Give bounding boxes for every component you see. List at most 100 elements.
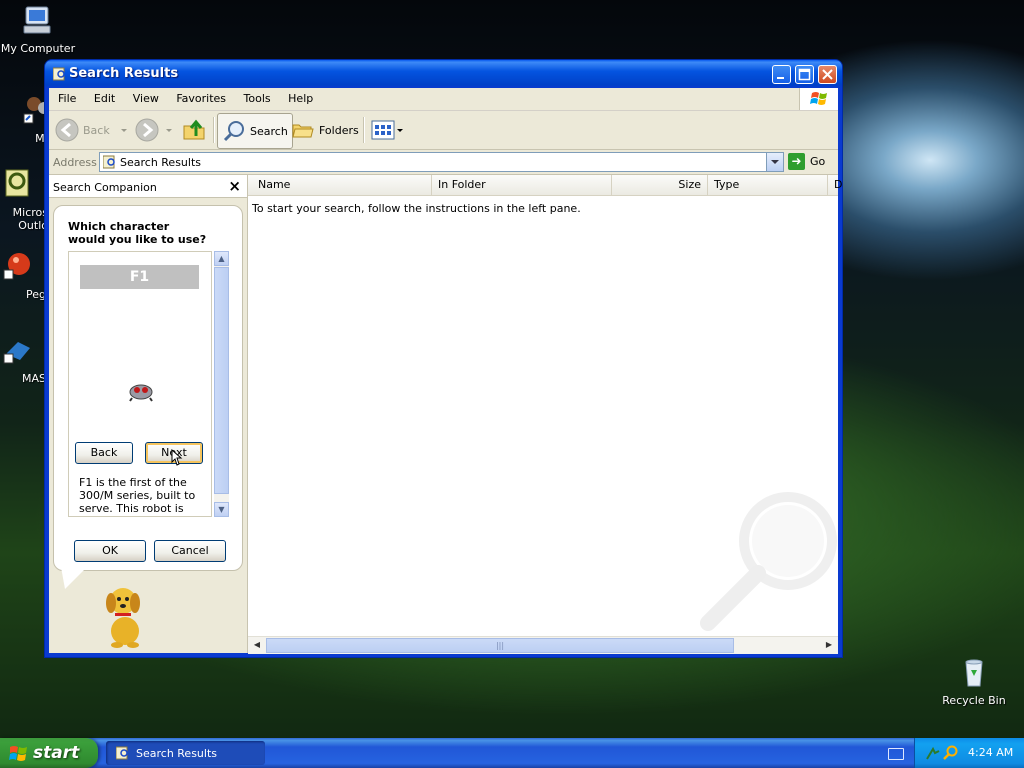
maximize-button[interactable] bbox=[795, 65, 814, 84]
search-tray-icon[interactable] bbox=[943, 745, 959, 761]
menu-tools[interactable]: Tools bbox=[237, 88, 278, 110]
search-companion-pane: Search Companion × Which character would… bbox=[49, 175, 248, 653]
folders-label: Folders bbox=[319, 123, 359, 137]
taskbar-search-results-button[interactable]: Search Results bbox=[106, 741, 265, 765]
go-arrow-icon: ➜ bbox=[788, 153, 805, 170]
desktop-icon-label: Micros Outlo bbox=[12, 206, 48, 232]
column-name[interactable]: Name bbox=[252, 175, 432, 195]
windows-flag-icon bbox=[810, 92, 827, 105]
go-label: Go bbox=[810, 155, 826, 168]
scroll-thumb[interactable]: ||| bbox=[266, 638, 734, 653]
robot-character-icon bbox=[129, 384, 153, 402]
desktop-icon-label: Recycle Bin bbox=[942, 694, 1006, 707]
keyboard-tray-icon[interactable] bbox=[888, 748, 904, 760]
menu-favorites[interactable]: Favorites bbox=[169, 88, 233, 110]
column-date[interactable]: D bbox=[828, 175, 842, 195]
cancel-button[interactable]: Cancel bbox=[154, 540, 226, 562]
title-bar[interactable]: Search Results bbox=[45, 60, 842, 88]
close-icon bbox=[822, 69, 833, 80]
chevron-down-icon bbox=[120, 129, 127, 132]
menu-help[interactable]: Help bbox=[281, 88, 320, 110]
go-button[interactable]: ➜ Go bbox=[788, 153, 825, 170]
address-input[interactable]: Search Results bbox=[99, 152, 784, 172]
character-description: F1 is the first of the 300/M series, bui… bbox=[79, 476, 196, 516]
address-label: Address bbox=[53, 156, 97, 169]
address-bar: Address Search Results ➜ Go bbox=[49, 150, 838, 175]
toolbar-separator bbox=[213, 117, 215, 143]
search-button[interactable]: Search bbox=[217, 113, 293, 149]
desktop-icon-peg[interactable]: Peg bbox=[0, 250, 46, 301]
network-icon bbox=[3, 342, 30, 364]
windows-logo bbox=[799, 88, 838, 110]
recycle-bin-icon bbox=[965, 659, 983, 687]
menu-file[interactable]: File bbox=[51, 88, 83, 110]
character-name: F1 bbox=[80, 265, 199, 289]
start-button[interactable]: start bbox=[0, 738, 98, 768]
desktop-icon-label: Peg bbox=[26, 288, 46, 301]
column-headers: Name In Folder Size Type D bbox=[248, 175, 842, 196]
search-results-window: Search Results File Edit View Favorites … bbox=[45, 60, 842, 657]
close-button[interactable] bbox=[818, 65, 837, 84]
menu-edit[interactable]: Edit bbox=[87, 88, 122, 110]
results-empty-message: To start your search, follow the instruc… bbox=[252, 202, 581, 215]
forward-button[interactable] bbox=[135, 115, 175, 145]
scroll-right-button[interactable]: ▶ bbox=[821, 638, 837, 653]
scroll-thumb[interactable] bbox=[214, 267, 229, 494]
views-button[interactable] bbox=[371, 115, 405, 145]
balloon-tail bbox=[61, 567, 87, 589]
back-label: Back bbox=[83, 123, 110, 137]
standard-toolbar: Back Search Folders bbox=[49, 111, 838, 150]
system-tray: 4:24 AM bbox=[914, 738, 1024, 768]
address-value: Search Results bbox=[120, 156, 202, 169]
search-window-icon bbox=[53, 67, 65, 81]
folder-up-icon bbox=[183, 119, 205, 140]
scroll-down-button[interactable]: ▼ bbox=[214, 502, 229, 517]
mouse-cursor-icon bbox=[171, 448, 183, 466]
desktop-icon-label: MAS bbox=[22, 372, 46, 385]
pane-title: Search Companion bbox=[53, 181, 157, 194]
search-icon bbox=[223, 121, 244, 142]
toolbar-separator bbox=[363, 117, 365, 143]
maximize-icon bbox=[798, 68, 811, 81]
start-label: start bbox=[33, 743, 80, 763]
character-list-scrollbar[interactable]: ▲ ▼ bbox=[214, 251, 229, 517]
minimize-button[interactable] bbox=[772, 65, 791, 84]
column-in-folder[interactable]: In Folder bbox=[432, 175, 612, 195]
search-results-icon bbox=[103, 155, 115, 169]
window-title: Search Results bbox=[69, 66, 179, 81]
back-arrow-icon bbox=[55, 118, 79, 142]
outlook-icon bbox=[5, 169, 29, 197]
pane-close-icon[interactable]: × bbox=[228, 177, 241, 195]
results-horizontal-scrollbar[interactable]: ◀ ||| ▶ bbox=[248, 636, 838, 654]
search-results-icon bbox=[116, 746, 128, 760]
character-balloon: Which character would you like to use? F… bbox=[53, 205, 243, 571]
character-back-button[interactable]: Back bbox=[75, 442, 133, 464]
column-size[interactable]: Size bbox=[612, 175, 708, 195]
rover-dog-icon[interactable] bbox=[97, 579, 153, 649]
back-button[interactable]: Back bbox=[55, 115, 130, 145]
scroll-left-button[interactable]: ◀ bbox=[249, 638, 265, 653]
chevron-down-icon bbox=[397, 129, 403, 132]
menu-view[interactable]: View bbox=[126, 88, 166, 110]
desktop-icon-recycle-bin[interactable]: Recycle Bin bbox=[936, 656, 1012, 707]
network-tray-icon[interactable] bbox=[925, 745, 941, 761]
views-grid-icon bbox=[371, 120, 395, 140]
scroll-up-button[interactable]: ▲ bbox=[214, 251, 229, 266]
game-icon bbox=[3, 253, 30, 280]
desktop-icon-my-computer[interactable]: My Computer bbox=[0, 4, 76, 55]
character-preview-list: F1 Back Next F1 is the first of the 300/… bbox=[68, 251, 212, 517]
desktop-icon-mas[interactable]: MAS bbox=[0, 334, 46, 385]
results-pane: Name In Folder Size Type D To start your… bbox=[248, 175, 842, 654]
up-folder-button[interactable] bbox=[182, 115, 206, 145]
address-dropdown-button[interactable] bbox=[766, 153, 783, 171]
menu-bar: File Edit View Favorites Tools Help bbox=[49, 88, 838, 111]
ok-button[interactable]: OK bbox=[74, 540, 146, 562]
clock: 4:24 AM bbox=[968, 746, 1014, 759]
desktop-icon-outlook[interactable]: Micros Outlo bbox=[0, 168, 48, 232]
window-client-area: File Edit View Favorites Tools Help Back… bbox=[49, 88, 842, 654]
question-text: Which character would you like to use? bbox=[68, 220, 207, 246]
column-type[interactable]: Type bbox=[708, 175, 828, 195]
taskbar: start Search Results 4:24 AM bbox=[0, 738, 1024, 768]
computer-icon bbox=[23, 6, 51, 34]
folders-button[interactable]: Folders bbox=[291, 115, 359, 145]
